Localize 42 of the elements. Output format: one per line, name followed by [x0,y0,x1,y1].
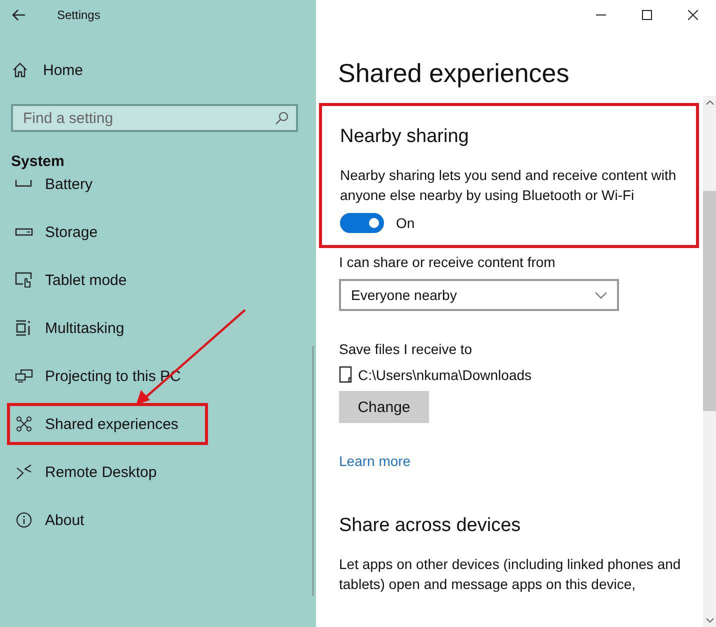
field-label: Save files I receive to [339,341,474,357]
search-icon [275,111,289,125]
dropdown[interactable]: Everyone nearby [339,279,619,311]
nav-item[interactable]: Shared experiences [7,403,208,445]
section-heading: Share across devices [339,515,522,537]
field-label: I can share or receive content from [339,254,556,270]
close-icon[interactable] [688,10,698,20]
section-heading: Nearby sharing [340,126,470,148]
page-title: Shared experiences [338,57,570,90]
home-icon [12,62,28,78]
nav-item[interactable]: Multitasking [7,307,208,349]
toggle-label: On [396,215,415,231]
description-text: Nearby sharing lets you send and receive content with anyone else nearby by using Bluetooth or Wi-Fi [340,166,678,205]
maximize-icon[interactable] [642,10,652,20]
folder-path: C:\Users\nkuma\Downloads [358,366,532,382]
drive-icon [15,228,33,236]
minimize-icon[interactable] [596,14,606,16]
document-icon [339,366,352,383]
back-icon[interactable] [12,9,26,21]
tablet-icon [15,272,33,288]
window-title: Settings [57,8,100,22]
section-heading: System [11,153,66,171]
chevron-down-icon [595,292,607,298]
toggle-switch[interactable] [340,213,384,233]
search-field[interactable]: Find a setting [11,104,298,132]
nav-item[interactable]: Remote Desktop [7,451,208,493]
remote-icon [15,464,33,480]
change-button[interactable]: Change [339,391,429,423]
network-nodes-icon [15,416,33,432]
learn-more-link[interactable]: Learn more [339,453,411,469]
description-text: Let apps on other devices (including linked phones and tablets) open and message apps on this device, [339,555,682,594]
info-icon [15,512,33,528]
nav-item[interactable]: About [7,499,208,541]
monitors-icon [15,369,33,383]
scroll-up-icon[interactable] [706,100,714,105]
battery-icon [15,179,33,189]
nav-item[interactable]: Battery [7,171,208,205]
scrollbar[interactable] [703,96,716,627]
nav-item[interactable]: Tablet mode [7,259,208,301]
home-link[interactable]: Home [0,58,316,82]
scroll-down-icon[interactable] [706,618,714,623]
nav-item[interactable]: Storage [7,211,208,253]
